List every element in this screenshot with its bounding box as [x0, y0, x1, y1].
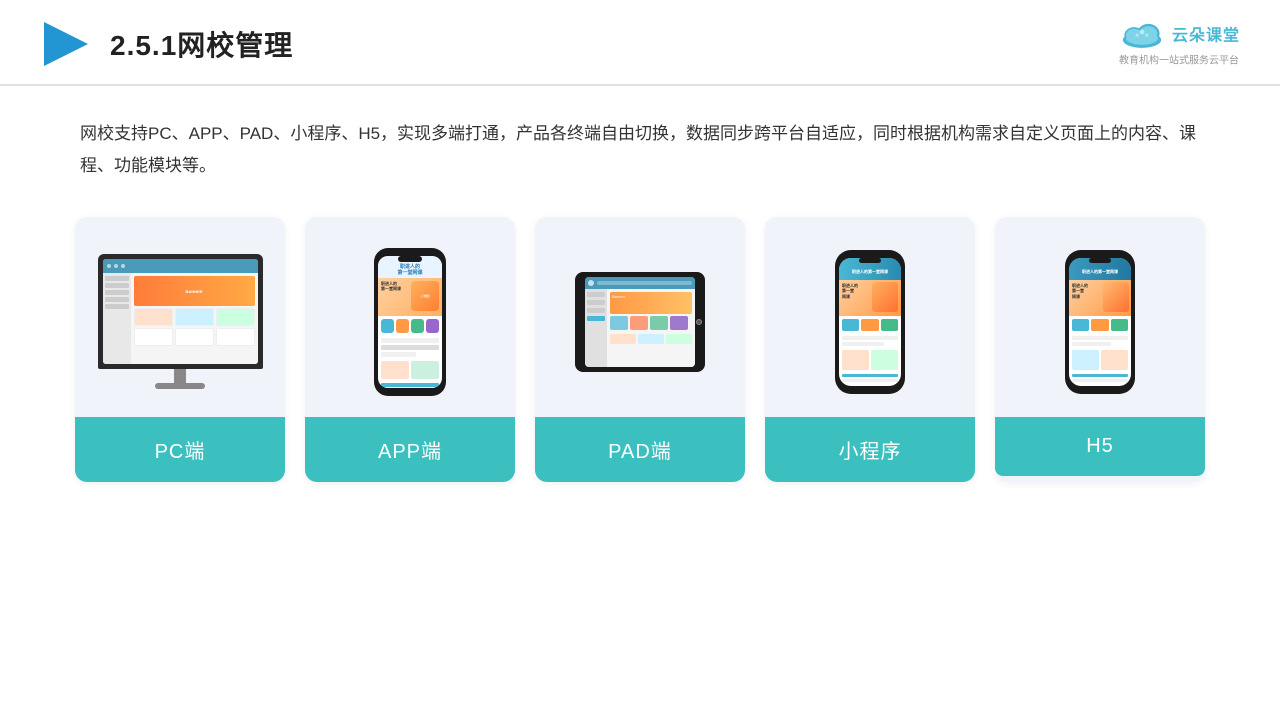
device-tablet: Banner — [575, 272, 705, 372]
card-miniprogram: 职进人的第一堂网课 职进人的第一堂网课 — [765, 217, 975, 482]
page-header: 2.5.1网校管理 云朵课堂 教育机构一站式服务云平台 — [0, 0, 1280, 86]
card-pad-label: PAD端 — [535, 417, 745, 482]
card-app-label: APP端 — [305, 417, 515, 482]
card-miniprogram-label: 小程序 — [765, 417, 975, 482]
card-h5: 职进人的第一堂网课 职进人的第一堂网课 — [995, 217, 1205, 482]
card-pc-label: PC端 — [75, 417, 285, 482]
card-pad-image: Banner — [535, 217, 745, 417]
logo-icon — [40, 18, 92, 70]
device-phone-h5: 职进人的第一堂网课 职进人的第一堂网课 — [1065, 250, 1135, 394]
card-app: 职进人的第一堂网课 人物图 职进人的第一堂网课 — [305, 217, 515, 482]
card-h5-label: H5 — [995, 417, 1205, 476]
brand-name: 云朵课堂 — [1172, 22, 1240, 46]
card-app-image: 职进人的第一堂网课 人物图 职进人的第一堂网课 — [305, 217, 515, 417]
brand-logo: 云朵课堂 教育机构一站式服务云平台 — [1118, 18, 1240, 67]
device-phone-mini: 职进人的第一堂网课 职进人的第一堂网课 — [835, 250, 905, 394]
card-miniprogram-image: 职进人的第一堂网课 职进人的第一堂网课 — [765, 217, 975, 417]
cloud-brand-icon — [1118, 18, 1166, 50]
device-pc: BANNER — [98, 254, 263, 389]
device-phone-app: 职进人的第一堂网课 人物图 职进人的第一堂网课 — [374, 248, 446, 396]
card-h5-image: 职进人的第一堂网课 职进人的第一堂网课 — [995, 217, 1205, 417]
description-text: 网校支持PC、APP、PAD、小程序、H5，实现多端打通，产品各终端自由切换，数… — [0, 86, 1280, 207]
cards-section: BANNER — [0, 207, 1280, 482]
card-pc: BANNER — [75, 217, 285, 482]
card-pc-image: BANNER — [75, 217, 285, 417]
page-title: 2.5.1网校管理 — [110, 24, 293, 64]
brand-tagline: 教育机构一站式服务云平台 — [1119, 52, 1239, 67]
card-pad: Banner — [535, 217, 745, 482]
